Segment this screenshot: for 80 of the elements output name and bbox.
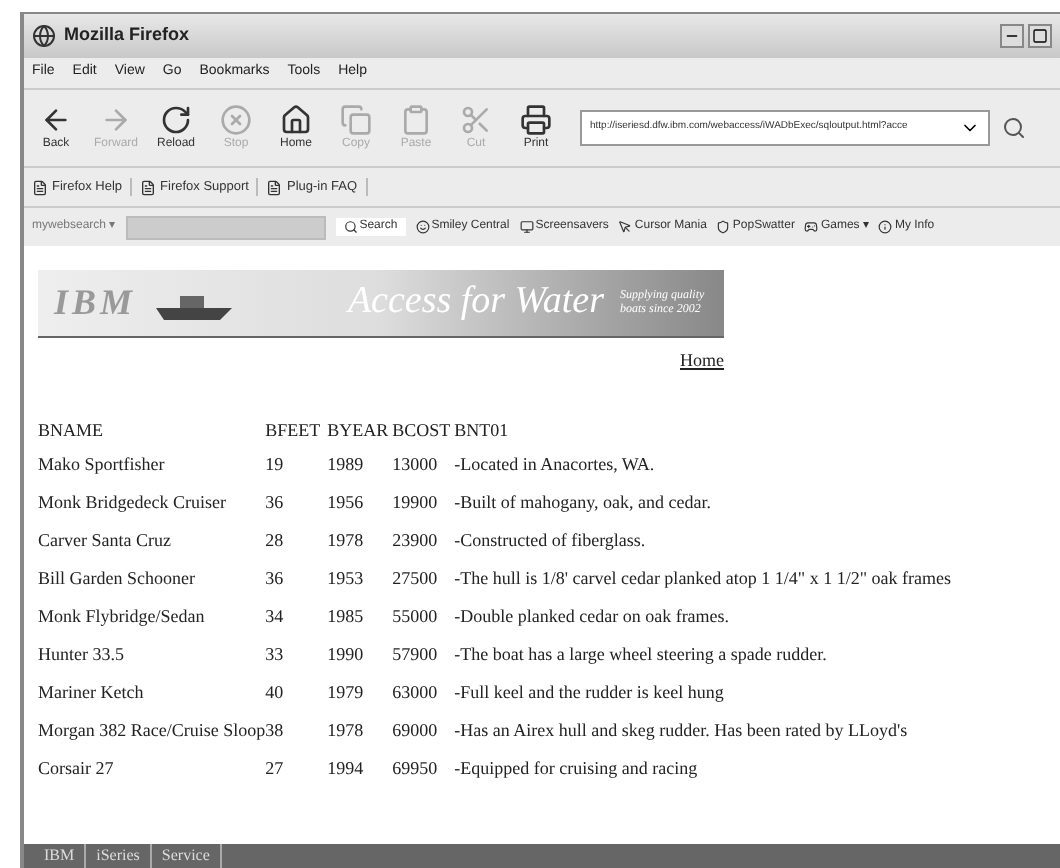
table-cell-text: -Has an Airex hull and skeg rudder. Has been rated by LLoyd's	[454, 718, 910, 745]
home-link[interactable]: Home	[680, 348, 724, 375]
table-cell-text: 1994	[327, 756, 366, 783]
table-cell: Mariner Ketch	[38, 675, 266, 713]
table-cell: 69000	[392, 713, 455, 751]
table-cell: 63000	[392, 675, 455, 713]
table-cell-text: 36	[265, 566, 286, 593]
table-cell-text: Monk Bridgedeck Cruiser	[38, 490, 228, 517]
table-cell-text: 1956	[327, 490, 366, 517]
column-header: BFEET	[265, 415, 328, 447]
table-cell-text: Monk Flybridge/Sedan	[38, 604, 207, 631]
table-cell-text: -Equipped for cruising and racing	[454, 756, 700, 783]
print-icon	[520, 104, 552, 136]
table-cell-text: 34	[265, 604, 286, 631]
column-header: BNT01	[454, 417, 511, 444]
screen-icon	[519, 220, 534, 234]
copy-icon	[340, 104, 372, 136]
table-cell-text: 36	[265, 490, 286, 517]
table-cell-text: 33	[265, 642, 286, 669]
table-cell-text: 1978	[327, 718, 366, 745]
games-icon	[804, 220, 819, 234]
table-cell-text: Hunter 33.5	[38, 642, 126, 669]
table-cell-text: 40	[265, 680, 286, 707]
table-cell: 13000	[392, 447, 455, 485]
table-cell-text: -The boat has a large wheel steering a spade rudder.	[454, 642, 829, 669]
column-header: BYEAR	[327, 417, 391, 444]
info-icon	[878, 220, 893, 234]
table-cell-text: 1989	[327, 452, 366, 479]
forward-icon	[100, 104, 132, 136]
window-title: Mozilla Firefox	[64, 22, 190, 49]
page-icon	[140, 179, 157, 195]
cursor-icon	[618, 220, 633, 234]
table-cell-text: 28	[265, 528, 286, 555]
search-icon[interactable]	[1002, 116, 1026, 140]
page-icon	[32, 179, 48, 195]
footer-tab[interactable]: IBM	[34, 844, 87, 868]
table-cell-text: 1990	[327, 642, 366, 669]
page-icon	[266, 179, 283, 195]
column-header: BCOST	[392, 417, 453, 444]
table-cell: 55000	[392, 599, 455, 637]
table-cell-text: Bill Garden Schooner	[38, 566, 197, 593]
footer-tab[interactable]: Service	[151, 844, 222, 868]
back-icon	[40, 104, 72, 136]
table-cell-text: 1978	[327, 528, 366, 555]
table-cell-text: -Full keel and the rudder is keel hung	[454, 680, 726, 707]
table-cell-text: Mako Sportfisher	[38, 452, 167, 479]
footer-tab[interactable]: iSeries	[86, 844, 152, 868]
table-cell: 27500	[392, 561, 455, 599]
table-cell-text: Morgan 382 Race/Cruise Sloop	[38, 718, 266, 745]
paste-icon	[400, 104, 432, 136]
table-cell-text: 19	[265, 452, 286, 479]
search-icon	[343, 220, 358, 234]
table-cell: 19900	[392, 485, 455, 523]
browser-icon	[32, 24, 56, 48]
table-cell-text: Carver Santa Cruz	[38, 528, 173, 555]
home-icon	[280, 104, 312, 136]
table-cell-text: 1979	[327, 680, 366, 707]
reload-icon	[160, 104, 192, 136]
table-cell-text: -The hull is 1/8' carvel cedar planked atop 1 1/4" x 1 1/2" oak frames	[454, 566, 954, 593]
minimize-button[interactable]	[1000, 24, 1024, 48]
table-cell: 69950	[392, 751, 455, 789]
table-cell-text: -Built of mahogany, oak, and cedar.	[454, 490, 713, 517]
logo: IBM	[54, 280, 137, 326]
cut-icon	[460, 104, 492, 136]
table-cell-text: -Constructed of fiberglass.	[454, 528, 648, 555]
table-cell: 57900	[392, 637, 455, 675]
search-field[interactable]	[125, 215, 326, 239]
maximize-button[interactable]	[1028, 24, 1052, 48]
maximize-icon	[1032, 28, 1048, 44]
table-cell-text: 1953	[327, 566, 366, 593]
table-cell-text: 38	[265, 718, 286, 745]
stop-icon	[220, 104, 252, 136]
table-cell-text: Corsair 27	[38, 756, 116, 783]
table-cell: 23900	[392, 523, 455, 561]
table-cell-text: 1985	[327, 604, 366, 631]
table-cell-text: 27	[265, 756, 286, 783]
table-cell-text: -Located in Anacortes, WA.	[454, 452, 657, 479]
column-header: BNAME	[38, 415, 266, 447]
smiley-icon	[415, 220, 430, 234]
table-cell-text: -Double planked cedar on oak frames.	[454, 604, 732, 631]
